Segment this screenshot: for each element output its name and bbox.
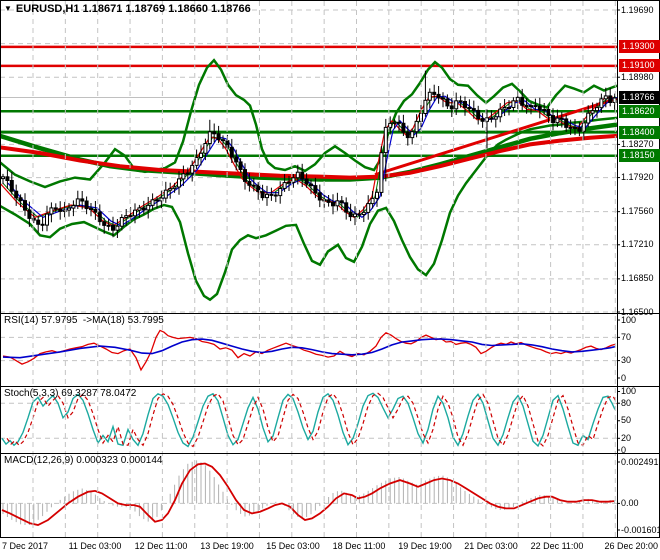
time-axis-label: 15 Dec 03:00 — [266, 541, 320, 551]
time-axis-label: 19 Dec 19:00 — [398, 541, 452, 551]
chart-title-bar: ▼ EURUSD,H1 1.18671 1.18769 1.18660 1.187… — [4, 3, 251, 15]
price-badge: 1.19300 — [619, 40, 660, 54]
time-axis-label: 11 Dec 03:00 — [68, 541, 122, 551]
price-axis-label: 1.17210 — [621, 239, 654, 250]
symbol-dropdown-icon[interactable]: ▼ — [4, 4, 12, 13]
time-axis-label: 12 Dec 11:00 — [134, 541, 188, 551]
stoch-d-line — [6, 392, 617, 448]
price-axis-label: 1.17920 — [621, 172, 654, 183]
time-axis-label: 21 Dec 03:00 — [464, 541, 518, 551]
main-pane — [0, 9, 617, 313]
price-axis-label: 1.17560 — [621, 206, 654, 217]
stoch-axis-label: 80 — [621, 397, 632, 408]
stoch-pane — [0, 392, 617, 448]
time-axis-label: 18 Dec 11:00 — [332, 541, 386, 551]
time-axis-label: 26 Dec 20:00 — [604, 541, 658, 551]
symbol-ohlc-title: EURUSD,H1 1.18671 1.18769 1.18660 1.1876… — [15, 3, 251, 15]
macd-axis-label: 0.002491 — [621, 456, 659, 467]
stoch-axis-label: 50 — [621, 415, 632, 426]
price-badge: 1.18400 — [619, 125, 660, 139]
rsi-pane — [0, 329, 617, 372]
trading-chart-window: ▼ EURUSD,H1 1.18671 1.18769 1.18660 1.187… — [0, 0, 660, 560]
chart-canvas[interactable] — [0, 0, 660, 560]
time-axis-label: 22 Dec 11:00 — [530, 541, 584, 551]
price-badge: 1.19100 — [619, 59, 660, 73]
bollinger-upper — [0, 58, 617, 189]
rsi-line — [2, 329, 616, 372]
stoch-indicator-label: Stoch(5,3,3) 69.3287 78.0472 — [4, 388, 137, 399]
rsi-indicator-label: RSI(14) 57.9795 ->MA(18) 53.7995 — [4, 315, 164, 326]
price-badge: 1.18150 — [619, 149, 660, 163]
rsi-axis-label: 70 — [621, 331, 632, 342]
stoch-axis-label: 20 — [621, 432, 632, 443]
rsi-ma-line — [2, 338, 616, 359]
price-axis-label: 1.18980 — [621, 71, 654, 82]
macd-indicator-label: MACD(12,26,9) 0.000323 0.000144 — [4, 455, 163, 466]
price-axis-label: 1.16850 — [621, 273, 654, 284]
stoch-axis-label: 100 — [621, 386, 637, 396]
price-badge: 1.18766 — [619, 90, 660, 104]
macd-pane — [0, 460, 617, 526]
stoch-axis-label: 0 — [621, 444, 627, 455]
rsi-axis-label: 0 — [621, 372, 627, 383]
time-axis-label: 13 Dec 19:00 — [200, 541, 254, 551]
price-axis-label: 1.19690 — [621, 4, 654, 15]
time-axis-label: 7 Dec 2017 — [2, 541, 49, 551]
macd-signal-line — [1, 462, 615, 526]
rsi-axis-label: 30 — [621, 355, 632, 366]
macd-axis-label: -0.001601 — [621, 524, 660, 535]
rsi-axis-label: 100 — [621, 314, 637, 325]
price-badge: 1.18620 — [619, 104, 660, 118]
macd-histogram — [2, 460, 616, 525]
price-axis-label: 1.18270 — [621, 138, 654, 149]
macd-axis-label: 0.00 — [621, 497, 639, 508]
